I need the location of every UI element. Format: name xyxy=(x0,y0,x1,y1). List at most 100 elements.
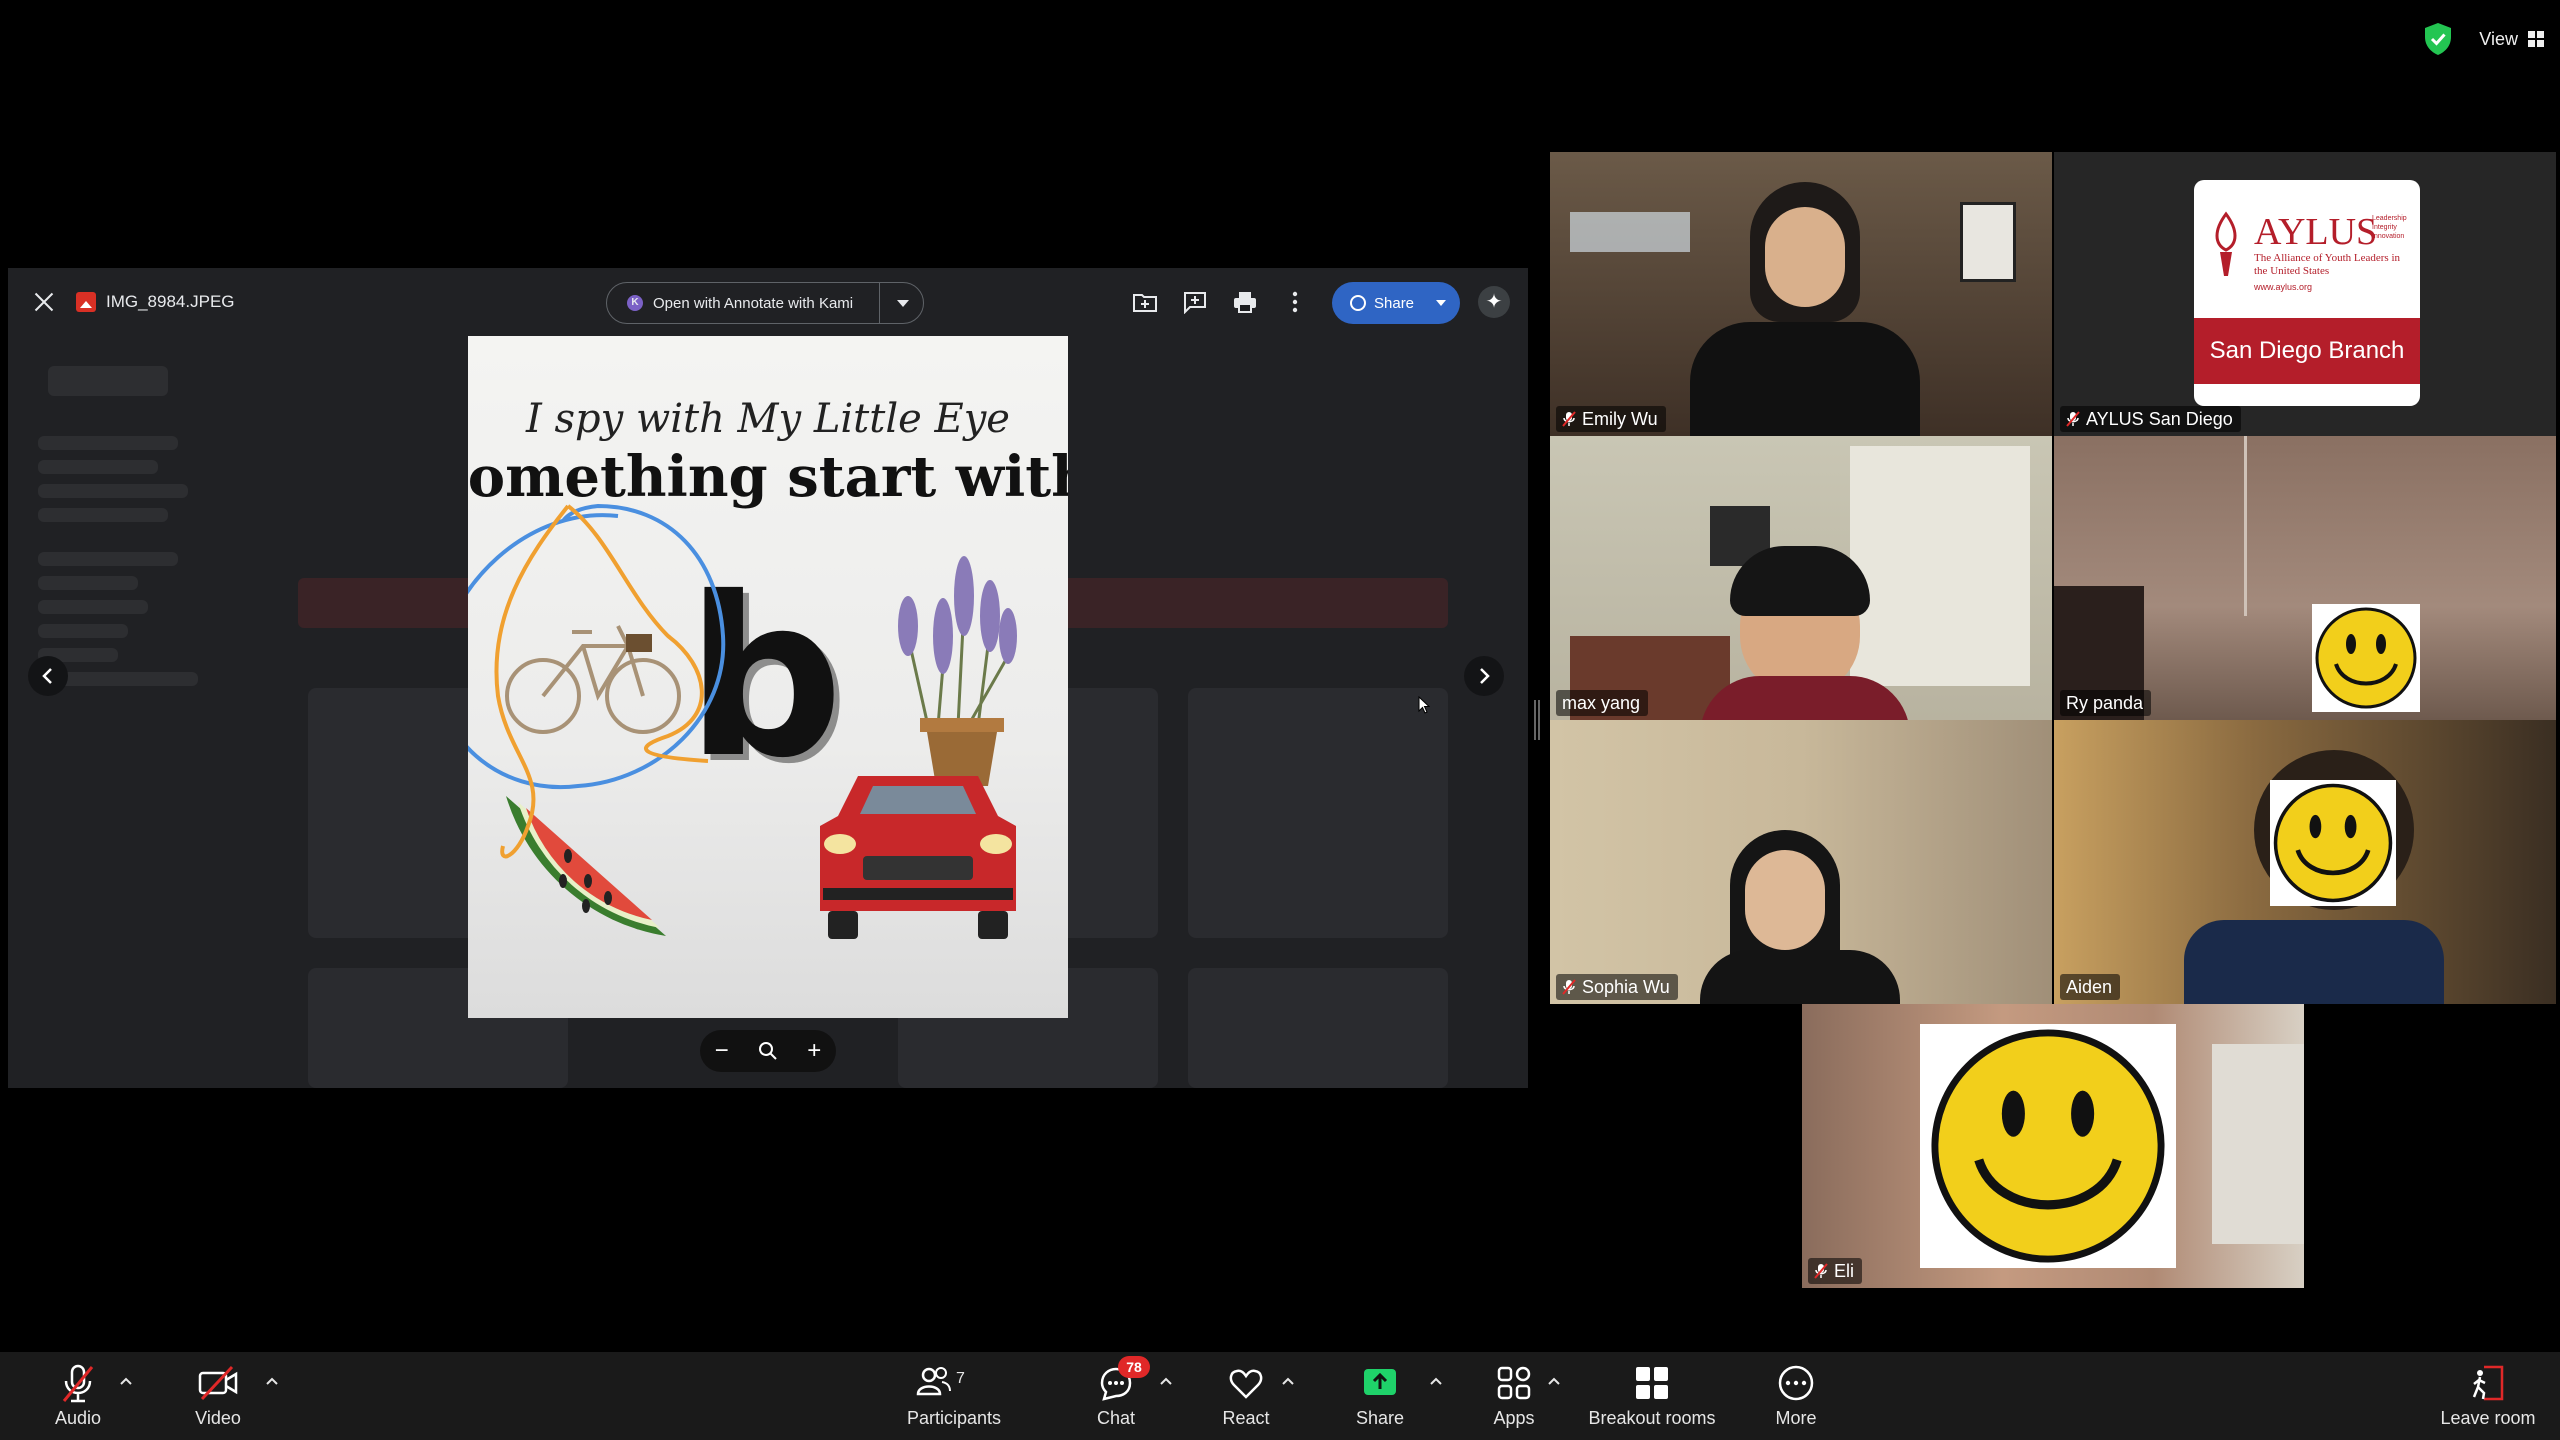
participant-name: Sophia Wu xyxy=(1582,976,1670,997)
audio-label: Audio xyxy=(54,1408,102,1428)
open-with-label: Open with Annotate with Kami xyxy=(653,294,854,312)
chevron-down-icon[interactable] xyxy=(897,300,909,307)
microphone-muted-icon xyxy=(62,1364,94,1403)
audio-button[interactable]: Audio xyxy=(18,1362,138,1429)
next-image-button[interactable] xyxy=(1464,656,1504,696)
kami-icon: K xyxy=(627,295,643,311)
add-comment-icon[interactable] xyxy=(1182,290,1208,314)
branch-label: San Diego Branch xyxy=(2209,337,2405,364)
bicycle-icon xyxy=(505,625,681,734)
participant-name-tag: Aiden xyxy=(2060,974,2121,1000)
view-button[interactable]: View xyxy=(2479,29,2544,50)
video-label: Video xyxy=(195,1408,241,1428)
mouse-cursor-icon xyxy=(1418,696,1430,714)
breakout-rooms-icon xyxy=(1636,1367,1668,1399)
more-button[interactable]: More xyxy=(1736,1362,1856,1429)
mic-muted-icon xyxy=(1814,1263,1828,1279)
participant-name: Ry panda xyxy=(2066,692,2144,713)
video-tile-max-yang[interactable]: max yang xyxy=(1550,436,2052,720)
security-shield-icon[interactable] xyxy=(2423,22,2453,56)
share-screen-button[interactable]: Share xyxy=(1320,1362,1440,1429)
globe-icon xyxy=(1350,295,1366,311)
video-tile-eli[interactable]: Eli xyxy=(1802,1004,2304,1288)
add-to-folder-icon[interactable] xyxy=(1132,290,1158,314)
participants-count: 7 xyxy=(956,1370,965,1387)
worksheet-line-1: I spy with My Little Eye xyxy=(525,396,1010,442)
chat-button[interactable]: 78 Chat xyxy=(1056,1356,1176,1429)
participants-icon xyxy=(916,1367,951,1396)
audio-options-chevron-up-icon[interactable] xyxy=(118,1374,134,1388)
participant-name: Eli xyxy=(1834,1260,1855,1281)
zoom-controls: − + xyxy=(700,1030,836,1072)
video-button[interactable]: Video xyxy=(158,1362,278,1429)
leave-room-button[interactable]: Leave room xyxy=(2428,1362,2548,1429)
participant-name-tag: AYLUS San Diego xyxy=(2060,406,2241,432)
share-options-chevron-up-icon[interactable] xyxy=(1428,1374,1444,1388)
mic-muted-icon xyxy=(1562,411,1576,427)
participant-name: Emily Wu xyxy=(1582,408,1658,429)
smiley-overlay xyxy=(2270,780,2396,906)
view-grid-icon xyxy=(2528,31,2544,47)
leave-room-label: Leave room xyxy=(2440,1408,2536,1428)
aylus-url: www.aylus.org xyxy=(2254,282,2313,292)
breakout-rooms-button[interactable]: Breakout rooms xyxy=(1572,1362,1732,1429)
open-with-button[interactable]: K Open with Annotate with Kami xyxy=(606,282,924,324)
zoom-icon[interactable] xyxy=(758,1041,778,1061)
smiley-face-icon xyxy=(1931,1029,2165,1263)
zoom-out-button[interactable]: − xyxy=(715,1037,729,1065)
shared-screen: IMG_8984.JPEG K Open with Annotate with … xyxy=(8,268,1528,1088)
chevron-right-icon xyxy=(1480,668,1490,684)
aylus-logo: AYLUS Leadership Integrity Innovation Th… xyxy=(2194,180,2420,406)
video-camera-off-icon xyxy=(198,1365,238,1401)
torch-icon xyxy=(2215,211,2237,276)
panel-splitter[interactable] xyxy=(1534,700,1540,740)
chevron-down-icon[interactable] xyxy=(1436,300,1446,306)
previous-image-button[interactable] xyxy=(28,656,68,696)
chat-options-chevron-up-icon[interactable] xyxy=(1158,1374,1174,1388)
drive-share-button[interactable]: Share xyxy=(1332,282,1460,324)
video-tile-sophia-wu[interactable]: Sophia Wu xyxy=(1550,720,2052,1004)
worksheet-line-2: something start with xyxy=(468,444,1068,510)
image-file-icon xyxy=(76,292,96,312)
more-label: More xyxy=(1775,1408,1817,1428)
participants-button[interactable]: 7 Participants xyxy=(894,1362,1014,1429)
gemini-sparkle-icon[interactable]: ✦ xyxy=(1478,286,1510,318)
viewer-toolbar: IMG_8984.JPEG K Open with Annotate with … xyxy=(8,268,1528,336)
more-icon xyxy=(1778,1365,1814,1401)
zoom-in-button[interactable]: + xyxy=(807,1037,821,1065)
participant-name-tag: max yang xyxy=(1556,690,1649,716)
participant-name-tag: Sophia Wu xyxy=(1556,974,1678,1000)
share-label: Share xyxy=(1355,1408,1405,1428)
red-car-icon xyxy=(820,776,1016,939)
close-icon[interactable] xyxy=(32,290,56,314)
video-tile-emily-wu[interactable]: Emily Wu xyxy=(1550,152,2052,436)
heart-react-icon xyxy=(1229,1369,1263,1399)
chat-unread-badge: 78 xyxy=(1118,1356,1150,1378)
video-tile-aylus-san-diego[interactable]: AYLUS Leadership Integrity Innovation Th… xyxy=(2054,152,2556,436)
chevron-left-icon xyxy=(42,668,52,684)
smiley-face-icon xyxy=(2273,783,2393,903)
participant-name-tag: Ry panda xyxy=(2060,690,2152,716)
video-options-chevron-up-icon[interactable] xyxy=(264,1374,280,1388)
lavender-plant-icon xyxy=(898,556,1017,786)
participant-name-tag: Eli xyxy=(1808,1258,1863,1284)
worksheet-letter: b xyxy=(686,550,843,806)
print-icon[interactable] xyxy=(1232,290,1258,314)
participant-name: max yang xyxy=(1562,692,1641,713)
mic-muted-icon xyxy=(1562,979,1576,995)
react-button[interactable]: React xyxy=(1186,1362,1306,1429)
smiley-overlay xyxy=(2312,604,2420,712)
view-label: View xyxy=(2479,28,2518,49)
smiley-overlay xyxy=(1920,1024,2176,1268)
video-tile-aiden[interactable]: Aiden xyxy=(2054,720,2556,1004)
more-vert-icon[interactable] xyxy=(1282,290,1308,314)
apps-button[interactable]: Apps xyxy=(1454,1362,1574,1429)
mic-muted-icon xyxy=(2066,411,2080,427)
apps-options-chevron-up-icon[interactable] xyxy=(1546,1374,1562,1388)
aylus-subtitle: The Alliance of Youth Leaders in the Uni… xyxy=(2254,252,2401,277)
participants-label: Participants xyxy=(906,1408,1002,1428)
apps-label: Apps xyxy=(1493,1408,1535,1428)
file-thumbnail xyxy=(1188,688,1448,938)
video-tile-ry-panda[interactable]: Ry panda xyxy=(2054,436,2556,720)
react-options-chevron-up-icon[interactable] xyxy=(1280,1374,1296,1388)
